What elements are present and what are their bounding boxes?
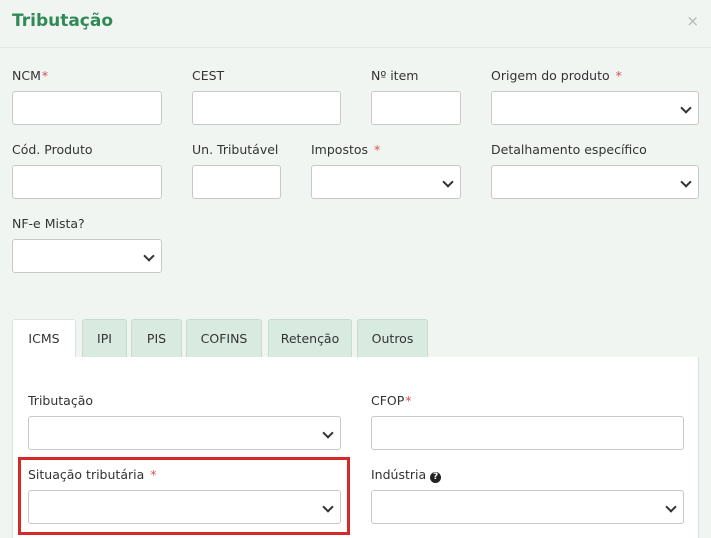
industria-label: Indústria? — [371, 467, 442, 483]
cfop-input[interactable] — [371, 416, 684, 450]
cfop-label: CFOP* — [371, 393, 412, 408]
nfe-mista-label: NF-e Mista? — [12, 216, 85, 231]
highlight-box — [18, 457, 350, 535]
un-tributavel-label: Un. Tributável — [192, 142, 279, 157]
origem-select[interactable] — [491, 91, 699, 125]
modal-title: Tributação — [12, 11, 114, 31]
required-marker: * — [374, 142, 381, 157]
required-marker: * — [615, 68, 622, 83]
ncm-label: NCM* — [12, 68, 49, 83]
origem-label: Origem do produto * — [491, 68, 622, 83]
nfe-mista-select[interactable] — [12, 239, 162, 273]
modal-header: Tributação × — [0, 0, 711, 48]
impostos-label: Impostos * — [311, 142, 381, 157]
cest-label: CEST — [192, 68, 225, 83]
item-label: Nº item — [371, 68, 419, 83]
detalhamento-label: Detalhamento específico — [491, 142, 647, 157]
close-icon[interactable]: × — [686, 12, 699, 30]
tab-retencao[interactable]: Retenção — [268, 319, 352, 357]
question-circle-icon[interactable]: ? — [430, 472, 442, 483]
detalhamento-select[interactable] — [491, 165, 699, 199]
un-tributavel-input[interactable] — [192, 165, 281, 199]
cest-input[interactable] — [192, 91, 341, 125]
industria-select[interactable] — [371, 490, 684, 524]
ncm-input[interactable] — [12, 91, 162, 125]
required-marker: * — [405, 393, 412, 408]
required-marker: * — [41, 68, 49, 83]
tab-icms[interactable]: ICMS — [12, 319, 76, 359]
tab-outros[interactable]: Outros — [357, 319, 428, 357]
tributacao-select[interactable] — [28, 416, 341, 450]
cod-produto-label: Cód. Produto — [12, 142, 93, 157]
tributacao-label: Tributação — [28, 393, 94, 408]
item-input[interactable] — [371, 91, 461, 125]
tab-ipi[interactable]: IPI — [82, 319, 127, 357]
impostos-select[interactable] — [311, 165, 461, 199]
cod-produto-input[interactable] — [12, 165, 162, 199]
tab-cofins[interactable]: COFINS — [186, 319, 262, 357]
tab-pis[interactable]: PIS — [131, 319, 182, 357]
